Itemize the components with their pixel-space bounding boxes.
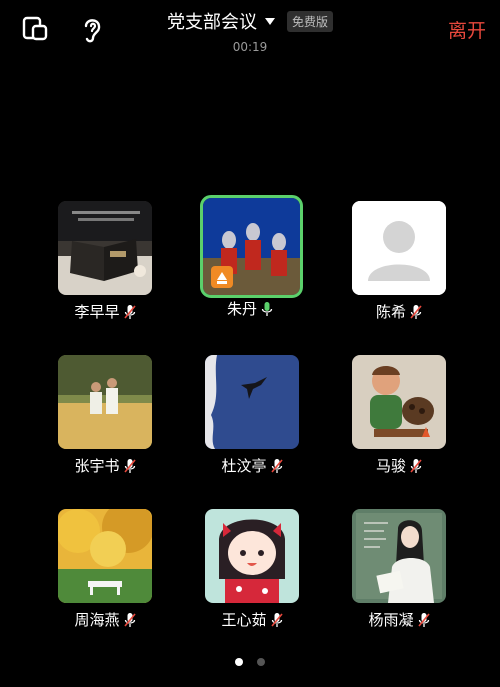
cartoon-photo-icon — [352, 355, 446, 449]
mic-muted-icon — [410, 458, 422, 473]
meeting-title: 党支部会议 — [166, 12, 257, 33]
mic-active-icon — [261, 301, 273, 316]
bird-photo-icon — [205, 355, 299, 449]
avatar — [205, 509, 299, 603]
participant-tile[interactable]: 杜汶亭 — [205, 355, 299, 485]
page-dot-active[interactable] — [235, 658, 243, 666]
participant-name: 陈希 — [375, 303, 406, 321]
mic-muted-icon — [270, 458, 283, 473]
mic-muted-icon — [417, 612, 430, 627]
participant-name: 杜汶亭 — [221, 457, 267, 475]
mic-muted-icon — [410, 304, 422, 319]
participant-tile[interactable]: 李早早 — [58, 201, 152, 331]
participant-name: 周海燕 — [74, 611, 120, 629]
participant-name: 张宇书 — [74, 457, 120, 475]
participant-name: 李早早 — [74, 303, 120, 321]
participant-name: 马骏 — [375, 457, 406, 475]
participant-name-row: 陈希 — [342, 301, 456, 322]
participant-tile[interactable]: 杨雨凝 — [352, 509, 446, 639]
anime-photo-icon — [205, 509, 299, 603]
painting-photo-icon — [352, 509, 446, 603]
leave-button[interactable]: 离开 — [448, 16, 486, 43]
participant-name: 朱丹 — [226, 300, 257, 318]
book-photo-icon — [58, 201, 152, 295]
participant-tile[interactable]: 陈希 — [352, 201, 446, 331]
participant-name: 杨雨凝 — [368, 611, 414, 629]
avatar — [200, 195, 303, 298]
meeting-title-area: 党支部会议 免费版 00:19 — [0, 8, 500, 54]
default-avatar-icon — [352, 201, 446, 295]
mic-muted-icon — [123, 458, 136, 473]
mic-muted-icon — [270, 612, 283, 627]
avatar — [58, 509, 152, 603]
avatar — [352, 201, 446, 295]
avatar — [352, 509, 446, 603]
meeting-title-dropdown[interactable]: 党支部会议 免费版 — [167, 8, 333, 34]
mic-muted-icon — [123, 612, 136, 627]
ultraman-photo-icon — [203, 198, 300, 295]
avatar — [58, 355, 152, 449]
participant-tile[interactable]: 张宇书 — [58, 355, 152, 485]
participant-name-row: 李早早 — [48, 301, 162, 322]
participant-tile[interactable]: 王心茹 — [205, 509, 299, 639]
page-dot[interactable] — [257, 658, 265, 666]
caret-down-icon — [264, 17, 275, 25]
participant-name-row: 杜汶亭 — [195, 455, 309, 476]
page-indicator[interactable] — [0, 658, 500, 666]
participant-name-row: 张宇书 — [48, 455, 162, 476]
participant-tile[interactable]: 马骏 — [352, 355, 446, 485]
top-bar: 党支部会议 免费版 00:19 离开 — [0, 0, 500, 60]
field-photo-icon — [58, 355, 152, 449]
avatar — [352, 355, 446, 449]
participant-name: 王心茹 — [221, 611, 267, 629]
participant-tile[interactable]: 朱丹 — [200, 195, 303, 328]
avatar — [58, 201, 152, 295]
mic-muted-icon — [123, 304, 136, 319]
participant-name-row: 马骏 — [342, 455, 456, 476]
participant-name-row: 王心茹 — [195, 609, 309, 630]
meeting-timer: 00:19 — [232, 40, 268, 54]
plan-badge: 免费版 — [286, 10, 333, 32]
participant-name-row: 周海燕 — [48, 609, 162, 630]
participant-name-row: 朱丹 — [193, 298, 307, 319]
participant-tile[interactable]: 周海燕 — [58, 509, 152, 639]
autumn-photo-icon — [58, 509, 152, 603]
avatar — [205, 355, 299, 449]
participant-name-row: 杨雨凝 — [342, 609, 456, 630]
